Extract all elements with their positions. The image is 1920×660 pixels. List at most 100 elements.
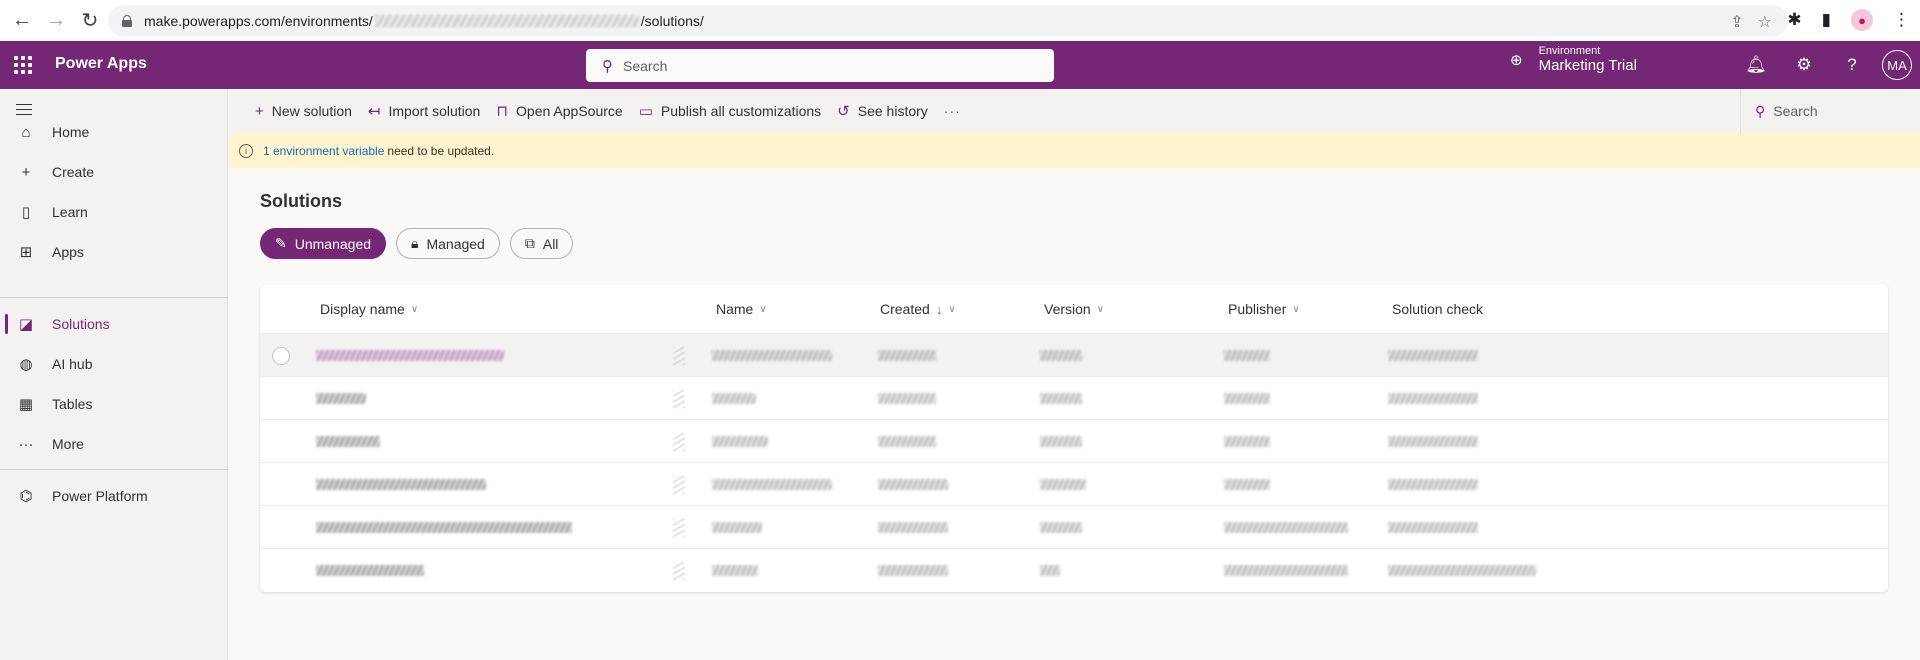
sidebar-item-power-platform[interactable]: ⌬ Power Platform — [0, 476, 228, 516]
table-row[interactable] — [260, 505, 1888, 548]
solutions-search-input[interactable]: ⚲ Search — [1740, 89, 1920, 133]
see-history-button[interactable]: ↺ See history — [837, 102, 928, 120]
sidebar-item-learn[interactable]: ▯ Learn — [0, 192, 228, 232]
sidebar-divider — [0, 469, 228, 470]
display-name-link-redacted[interactable] — [316, 565, 424, 576]
share-icon[interactable]: ⇪ — [1730, 12, 1743, 32]
user-avatar[interactable]: MA — [1882, 50, 1912, 80]
sidebar-item-label: Learn — [52, 204, 88, 220]
forward-icon[interactable]: → — [42, 9, 70, 32]
publisher-cell-redacted — [1224, 393, 1270, 404]
extensions-icon[interactable]: ✱ — [1787, 10, 1801, 30]
table-row[interactable] — [260, 419, 1888, 462]
display-name-link-redacted[interactable] — [316, 393, 366, 404]
created-cell-redacted — [878, 436, 936, 447]
search-placeholder: Search — [623, 57, 668, 74]
publisher-cell-redacted — [1224, 565, 1348, 576]
solution-filter-pills: ✎ Unmanaged 🔒︎ Managed ⧉ All — [260, 228, 574, 259]
sidebar-item-create[interactable]: + Create — [0, 152, 228, 192]
sidebar-item-tables[interactable]: ▦ Tables — [0, 384, 228, 424]
column-label: Name — [716, 301, 754, 317]
filter-label: Managed — [426, 235, 485, 252]
sidebar-item-label: Home — [52, 124, 90, 140]
name-cell-redacted — [712, 350, 832, 361]
lock-icon: 🔒︎ — [411, 235, 419, 251]
publish-all-button[interactable]: ▭ Publish all customizations — [639, 102, 821, 120]
environment-picker[interactable]: ⊕ Environment Marketing Trial — [1510, 45, 1637, 74]
profile-icon[interactable]: ● — [1851, 9, 1873, 31]
lock-icon[interactable] — [122, 14, 132, 27]
command-bar: + New solution ↤ Import solution ⊓ Open … — [229, 89, 1920, 133]
drag-handle-icon[interactable] — [673, 390, 685, 408]
reload-icon[interactable]: ↻ — [76, 8, 104, 33]
column-header-display-name[interactable]: Display name ∨ — [320, 301, 418, 317]
column-label: Publisher — [1228, 301, 1287, 317]
help-icon[interactable]: ? — [1828, 55, 1876, 75]
search-icon: ⚲ — [602, 57, 613, 75]
environment-label: Environment — [1538, 45, 1601, 57]
back-icon[interactable]: ← — [8, 9, 36, 32]
more-commands-icon[interactable]: ··· — [944, 103, 961, 119]
version-cell-redacted — [1040, 350, 1082, 361]
sidebar-item-label: More — [52, 436, 84, 452]
global-search-input[interactable]: ⚲ Search — [586, 49, 1054, 82]
drag-handle-icon[interactable] — [673, 433, 685, 451]
drag-handle-icon[interactable] — [673, 476, 685, 494]
column-header-solution-check[interactable]: Solution check — [1392, 301, 1483, 317]
filter-unmanaged[interactable]: ✎ Unmanaged — [260, 228, 387, 259]
column-label: Version — [1044, 301, 1091, 317]
search-icon: ⚲ — [1755, 102, 1766, 119]
sidebar-item-home[interactable]: ⌂ Home — [0, 112, 228, 152]
info-icon: i — [239, 143, 253, 158]
column-header-name[interactable]: Name ∨ — [716, 301, 767, 317]
display-name-link-redacted[interactable] — [316, 479, 486, 490]
app-launcher-icon[interactable] — [14, 56, 32, 74]
created-cell-redacted — [878, 350, 936, 361]
row-select-radio[interactable] — [272, 347, 290, 365]
bookmark-star-icon[interactable]: ☆ — [1758, 12, 1772, 32]
sidebar-item-ai-hub[interactable]: ◍ AI hub — [0, 344, 228, 384]
name-cell-redacted — [712, 565, 758, 576]
solution-check-cell-redacted — [1388, 393, 1478, 404]
column-header-publisher[interactable]: Publisher ∨ — [1228, 301, 1300, 317]
page-title: Solutions — [260, 191, 342, 211]
sidebar-item-apps[interactable]: ⊞ Apps — [0, 232, 228, 272]
sidebar-item-solutions[interactable]: ◪ Solutions — [0, 304, 228, 344]
left-nav: ⌂ Home + Create ▯ Learn ⊞ Apps ◪ Solutio… — [0, 89, 228, 660]
browser-menu-icon[interactable]: ⋮ — [1893, 10, 1910, 30]
environment-variable-link[interactable]: 1 environment variable — [263, 144, 384, 158]
filter-managed[interactable]: 🔒︎ Managed — [396, 228, 500, 259]
column-header-created[interactable]: Created ↓ ∨ — [880, 301, 956, 317]
table-row[interactable] — [260, 462, 1888, 505]
import-icon: ↤ — [367, 103, 381, 120]
publisher-cell-redacted — [1224, 479, 1270, 490]
filter-all[interactable]: ⧉ All — [509, 228, 574, 259]
gear-icon[interactable]: ⚙ — [1780, 55, 1828, 75]
import-solution-button[interactable]: ↤ Import solution — [368, 102, 480, 120]
sidebar-item-more[interactable]: ··· More — [0, 424, 228, 464]
open-appsource-button[interactable]: ⊓ Open AppSource — [496, 102, 622, 120]
address-bar[interactable]: make.powerapps.com/environments/ /soluti… — [108, 5, 1788, 36]
side-panel-icon[interactable]: ▮ — [1822, 10, 1831, 30]
globe-icon: ⊕ — [1510, 51, 1523, 69]
solution-check-cell-redacted — [1388, 436, 1478, 447]
display-name-link-redacted[interactable] — [316, 436, 380, 447]
display-name-link-redacted[interactable] — [316, 522, 572, 533]
display-name-link-redacted[interactable] — [316, 350, 504, 361]
column-header-version[interactable]: Version ∨ — [1044, 301, 1104, 317]
bell-icon[interactable]: 🔔︎ — [1732, 55, 1780, 75]
solutions-table: Display name ∨ Name ∨ Created ↓ ∨ Versio… — [260, 284, 1888, 592]
drag-handle-icon[interactable] — [673, 562, 685, 580]
drag-handle-icon[interactable] — [673, 347, 685, 365]
version-cell-redacted — [1040, 565, 1060, 576]
app-title[interactable]: Power Apps — [55, 55, 147, 73]
chevron-down-icon: ∨ — [1096, 303, 1105, 315]
table-row[interactable] — [260, 376, 1888, 419]
table-row[interactable] — [260, 548, 1888, 591]
drag-handle-icon[interactable] — [673, 519, 685, 537]
new-solution-button[interactable]: + New solution — [255, 103, 352, 120]
publisher-cell-redacted — [1224, 522, 1348, 533]
table-row[interactable] — [260, 333, 1888, 376]
sidebar-item-label: AI hub — [52, 356, 93, 372]
solutions-icon: ◪ — [18, 316, 34, 333]
